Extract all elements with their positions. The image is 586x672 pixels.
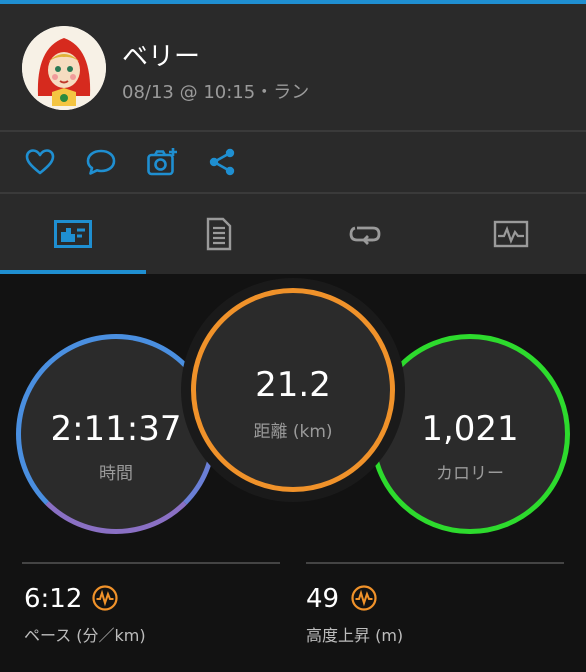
calories-value: 1,021 — [421, 409, 519, 449]
distance-stat[interactable]: 21.2 距離 (km) — [191, 288, 395, 492]
distance-label: 距離 (km) — [253, 422, 333, 442]
avatar-image — [22, 26, 106, 110]
activity-date-type: 08/13 @ 10:15・ラン — [122, 82, 310, 103]
share-icon[interactable] — [206, 146, 238, 178]
calories-stat[interactable]: 1,021 カロリー — [370, 334, 570, 534]
user-name[interactable]: ベリー — [122, 36, 200, 73]
activity-header: ベリー 08/13 @ 10:15・ラン — [0, 4, 586, 130]
action-bar — [0, 132, 586, 192]
activity-icon[interactable] — [351, 585, 377, 611]
avatar[interactable] — [22, 26, 106, 110]
tab-laps[interactable] — [292, 194, 438, 274]
calories-label: カロリー — [436, 464, 504, 484]
chart-icon — [493, 220, 529, 248]
stats-panel: 2:11:37 時間 1,021 カロリー 21.2 距離 (km) 6:12 … — [0, 274, 586, 672]
divider — [22, 562, 280, 564]
time-stat[interactable]: 2:11:37 時間 — [16, 334, 216, 534]
details-icon — [206, 217, 232, 251]
tab-charts[interactable] — [438, 194, 584, 274]
pace-label: ペース (分／km) — [24, 626, 146, 645]
activity-icon[interactable] — [92, 585, 118, 611]
elevation-value: 49 — [306, 584, 340, 614]
add-photo-icon[interactable] — [146, 146, 178, 178]
activity-tabs — [0, 194, 586, 274]
overview-icon — [54, 220, 92, 248]
tab-overview[interactable] — [0, 194, 146, 274]
time-value: 2:11:37 — [50, 409, 182, 449]
heart-icon[interactable] — [24, 146, 56, 178]
divider — [306, 562, 564, 564]
comment-icon[interactable] — [85, 146, 117, 178]
pace-value: 6:12 — [24, 584, 83, 614]
time-label: 時間 — [99, 464, 133, 484]
distance-value: 21.2 — [255, 365, 331, 405]
laps-icon — [349, 226, 381, 245]
tab-details[interactable] — [146, 194, 292, 274]
elevation-label: 高度上昇 (m) — [306, 626, 404, 645]
